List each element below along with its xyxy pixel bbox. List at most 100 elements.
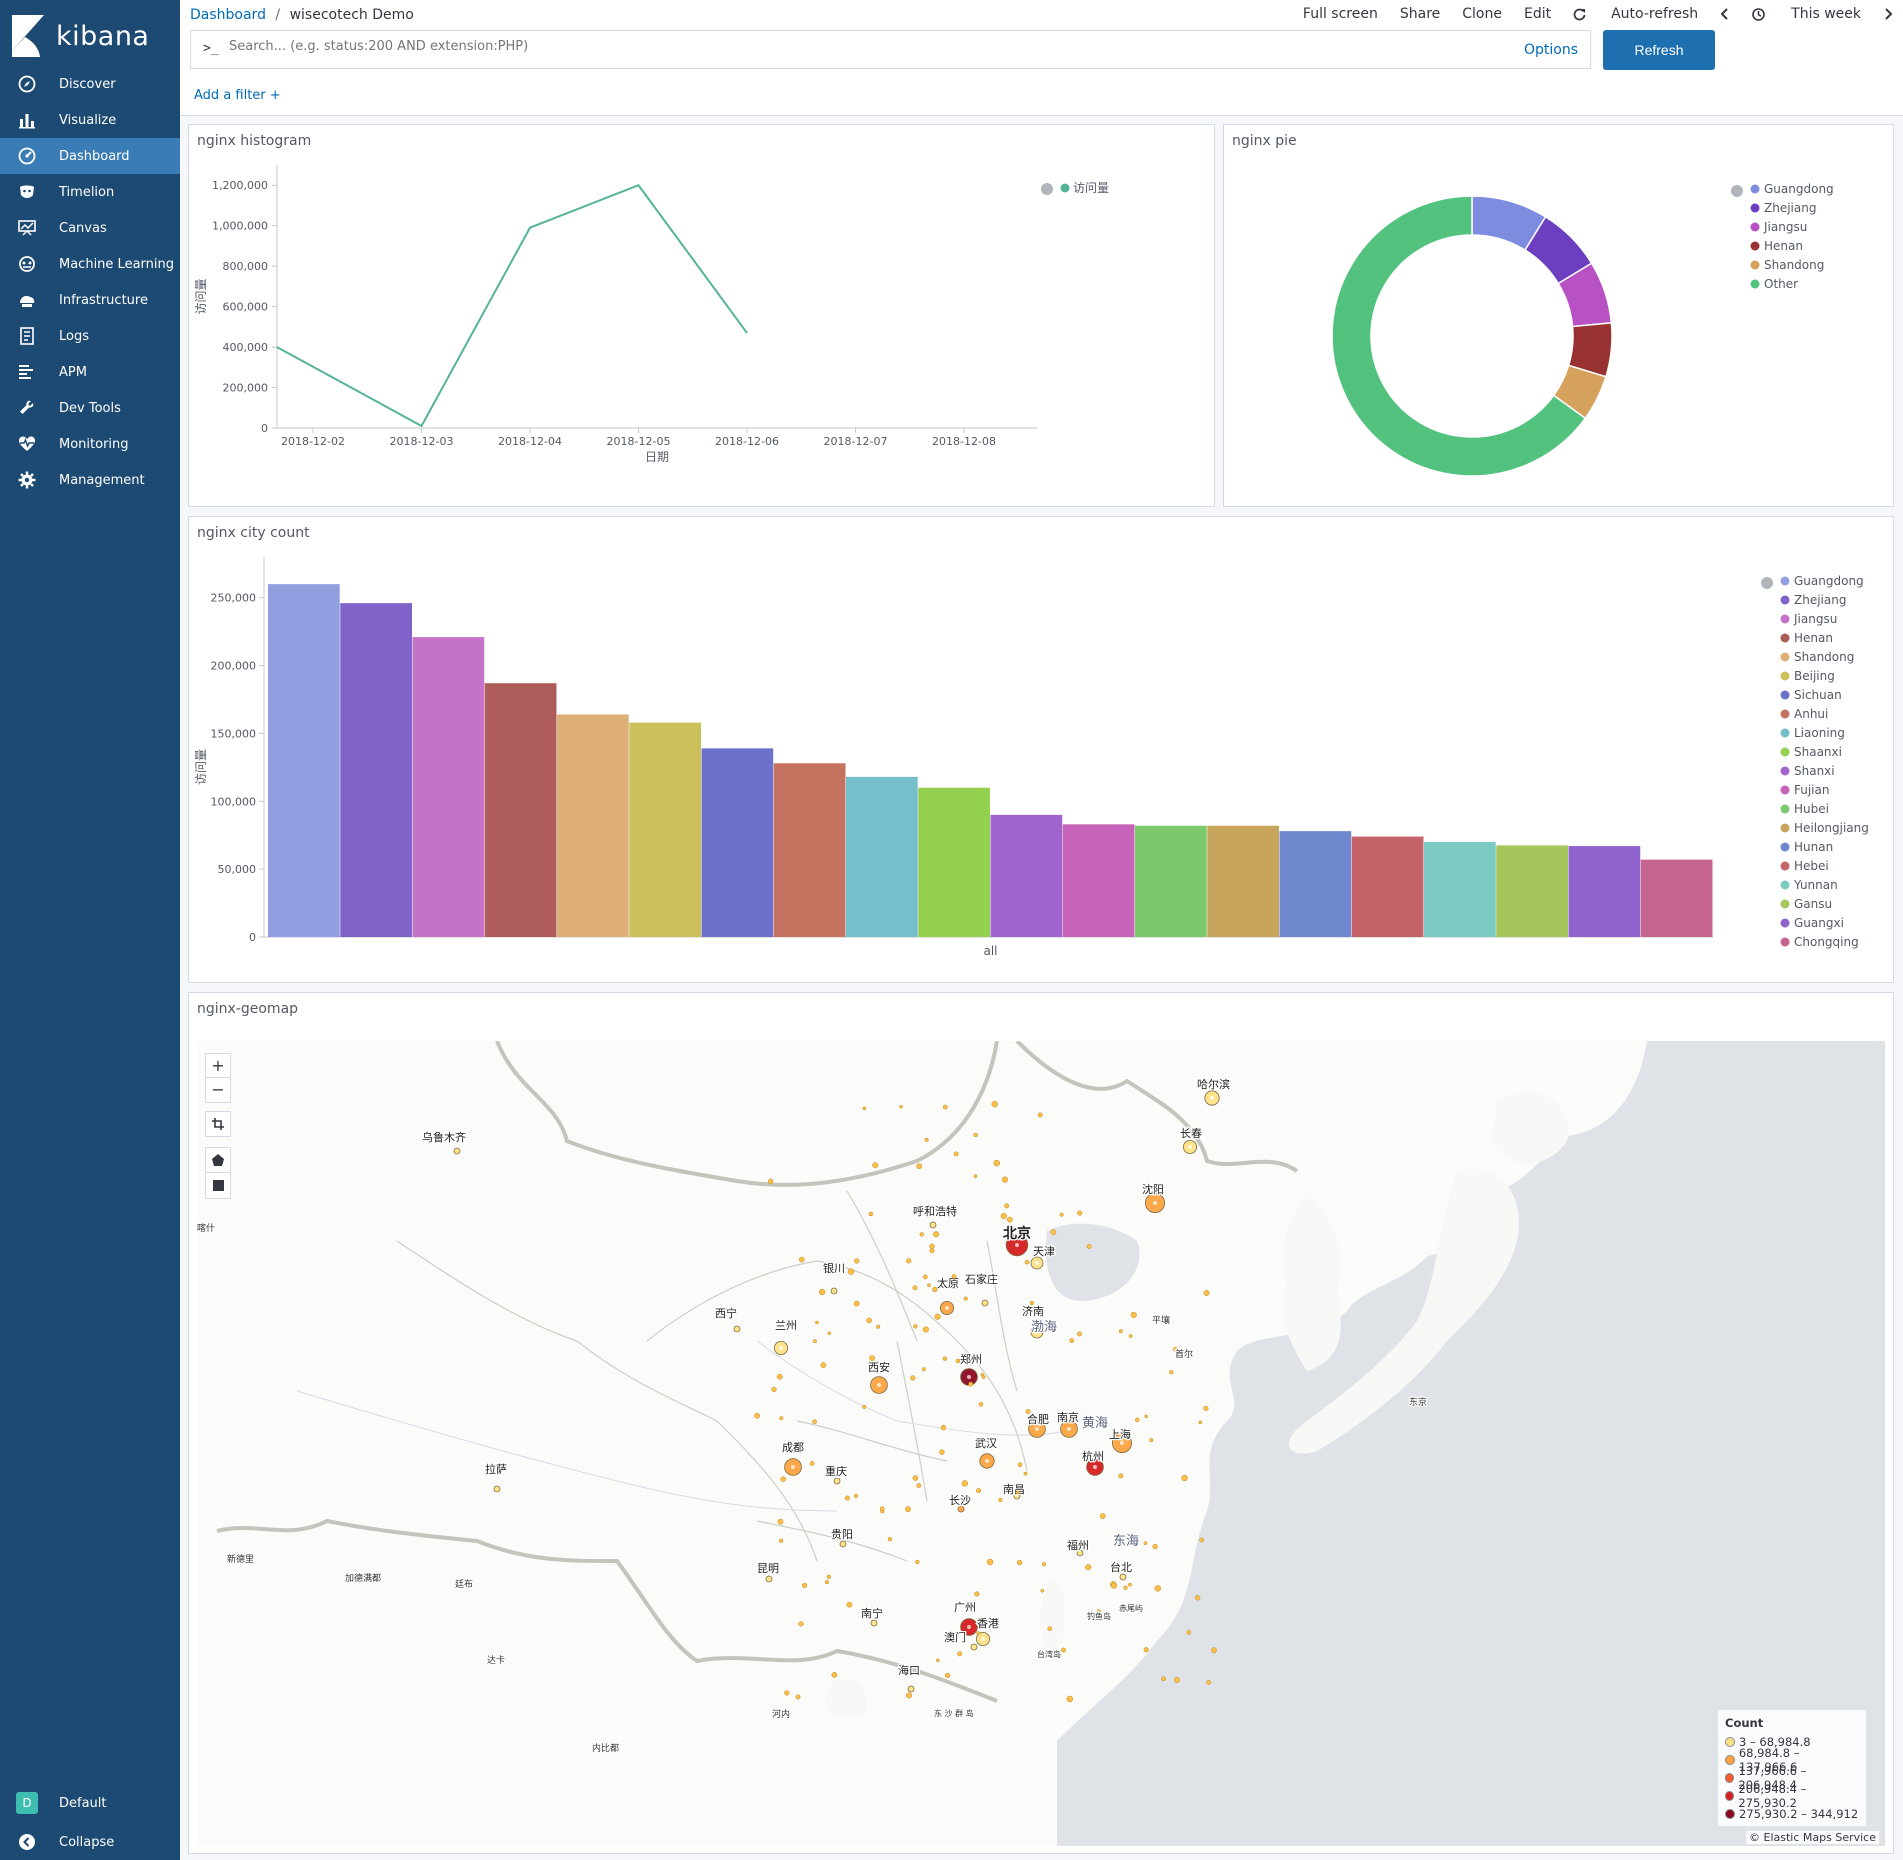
y-tick-label: 1,000,000 xyxy=(212,220,268,233)
legend-swatch xyxy=(1750,260,1760,270)
sidebar-item-timelion[interactable]: Timelion xyxy=(0,174,180,210)
map-point xyxy=(976,1631,980,1635)
options-button[interactable]: Options xyxy=(1524,42,1578,58)
breadcrumb-dashboard-link[interactable]: Dashboard xyxy=(190,7,266,23)
map-point xyxy=(973,1174,978,1179)
bar-chongqing xyxy=(1640,859,1713,937)
map-marker-center xyxy=(967,1625,971,1629)
space-selector[interactable]: D Default xyxy=(0,1784,180,1822)
y-tick-label: 100,000 xyxy=(211,795,257,808)
bar-sichuan xyxy=(701,748,774,937)
zoom-in-button[interactable]: + xyxy=(206,1054,230,1078)
map-canvas[interactable]: 乌鲁木齐 哈尔滨 长春 沈阳 呼和浩特 北京 天津 银川 太原 石家庄 济南 西宁 兰州 郑州 西安 合肥 南京… xyxy=(197,1041,1885,1846)
collapse-icon xyxy=(17,1832,37,1852)
edit-button[interactable]: Edit xyxy=(1524,6,1551,22)
chevron-left-icon xyxy=(1720,8,1728,20)
map-point xyxy=(1154,1585,1162,1592)
x-tick-label: 2018-12-04 xyxy=(498,435,562,448)
map-point xyxy=(1130,1311,1137,1318)
legend-label: Henan xyxy=(1794,631,1833,645)
legend-swatch xyxy=(1780,918,1790,928)
legend-swatch xyxy=(1750,279,1760,289)
sidebar-item-apm[interactable]: APM xyxy=(0,354,180,390)
polygon-icon xyxy=(212,1154,224,1166)
full-screen-button[interactable]: Full screen xyxy=(1303,6,1378,22)
collapse-button[interactable]: Collapse xyxy=(0,1823,180,1860)
y-axis-title: 访问量 xyxy=(194,278,208,314)
map-point xyxy=(776,1373,783,1380)
sidebar-item-visualize[interactable]: Visualize xyxy=(0,102,180,138)
sidebar-item-label: Dev Tools xyxy=(59,400,121,416)
infrastructure-icon xyxy=(17,290,37,310)
sidebar-item-discover[interactable]: Discover xyxy=(0,66,180,102)
map-point xyxy=(827,1331,832,1336)
map-point xyxy=(1123,1585,1128,1590)
bar-heilongjiang xyxy=(1207,825,1279,937)
map-point xyxy=(1128,1582,1132,1587)
legend-label: Sichuan xyxy=(1794,688,1842,702)
map-point xyxy=(795,1694,801,1700)
bar-shandong xyxy=(557,714,629,937)
y-tick-label: 1,200,000 xyxy=(212,179,268,192)
fit-bounds-button[interactable] xyxy=(205,1111,231,1137)
legend-swatch xyxy=(1780,880,1790,890)
legend-swatch xyxy=(1780,595,1790,605)
zoom-out-button[interactable]: − xyxy=(206,1078,230,1102)
sidebar-item-canvas[interactable]: Canvas xyxy=(0,210,180,246)
map-point xyxy=(798,1256,805,1263)
legend-swatch xyxy=(1780,937,1790,947)
y-tick-label: 400,000 xyxy=(223,341,269,354)
legend-label: 275,930.2 – 344,912 xyxy=(1739,1807,1859,1821)
breadcrumb-current: wisecotech Demo xyxy=(289,7,414,23)
map-point xyxy=(853,1493,859,1498)
sidebar-item-monitoring[interactable]: Monitoring xyxy=(0,426,180,462)
y-tick-label: 800,000 xyxy=(223,260,269,273)
time-next-button[interactable] xyxy=(1883,6,1893,22)
legend-swatch xyxy=(1750,203,1760,213)
y-tick-label: 200,000 xyxy=(211,660,257,673)
map-label-haikou: 海口 xyxy=(898,1663,920,1677)
bar-fujian xyxy=(1062,824,1135,937)
refresh-button[interactable]: Refresh xyxy=(1603,30,1715,70)
legend-label: Zhejiang xyxy=(1764,201,1816,215)
map-point xyxy=(813,1339,817,1344)
time-previous-button[interactable] xyxy=(1720,6,1730,22)
add-filter-button[interactable]: Add a filter + xyxy=(194,88,281,103)
legend-label: Other xyxy=(1764,277,1798,291)
clone-button[interactable]: Clone xyxy=(1462,6,1502,22)
breadcrumb: Dashboard / wisecotech Demo xyxy=(190,7,414,23)
map-point xyxy=(809,1461,815,1466)
space-label: Default xyxy=(59,1795,107,1811)
map-point xyxy=(879,1506,885,1512)
map-point xyxy=(1194,1595,1201,1601)
draw-polygon-button[interactable] xyxy=(206,1148,230,1173)
sidebar-item-machine-learning[interactable]: Machine Learning xyxy=(0,246,180,282)
sidebar-item-logs[interactable]: Logs xyxy=(0,318,180,354)
y-tick-label: 200,000 xyxy=(223,382,269,395)
share-button[interactable]: Share xyxy=(1400,6,1440,22)
map-label-xining: 西宁 xyxy=(715,1306,737,1320)
kibana-logo[interactable]: kibana xyxy=(12,14,149,58)
map-point xyxy=(916,1163,923,1170)
auto-refresh-button[interactable]: Auto-refresh xyxy=(1573,6,1698,22)
map-point xyxy=(887,1537,893,1542)
map-point xyxy=(955,1358,961,1364)
map-point xyxy=(1077,1210,1083,1216)
map-attribution[interactable]: © Elastic Maps Service xyxy=(1746,1831,1879,1844)
sidebar-item-infrastructure[interactable]: Infrastructure xyxy=(0,282,180,318)
map-point xyxy=(899,1104,903,1109)
panel-title: nginx pie xyxy=(1232,133,1297,149)
map-point xyxy=(913,1324,918,1329)
map-point xyxy=(991,1100,998,1108)
map-point xyxy=(1001,1176,1008,1183)
sidebar-item-dashboard[interactable]: Dashboard xyxy=(0,138,180,174)
search-input[interactable] xyxy=(229,39,1429,54)
legend-row: 275,930.2 – 344,912 xyxy=(1725,1805,1859,1823)
time-picker-button[interactable]: This week xyxy=(1752,6,1861,22)
map-point xyxy=(869,1355,875,1361)
map-marker-haikou xyxy=(907,1685,915,1693)
map-point xyxy=(1211,1647,1217,1654)
sidebar-item-management[interactable]: Management xyxy=(0,462,180,498)
draw-rectangle-button[interactable] xyxy=(206,1173,230,1198)
sidebar-item-dev-tools[interactable]: Dev Tools xyxy=(0,390,180,426)
